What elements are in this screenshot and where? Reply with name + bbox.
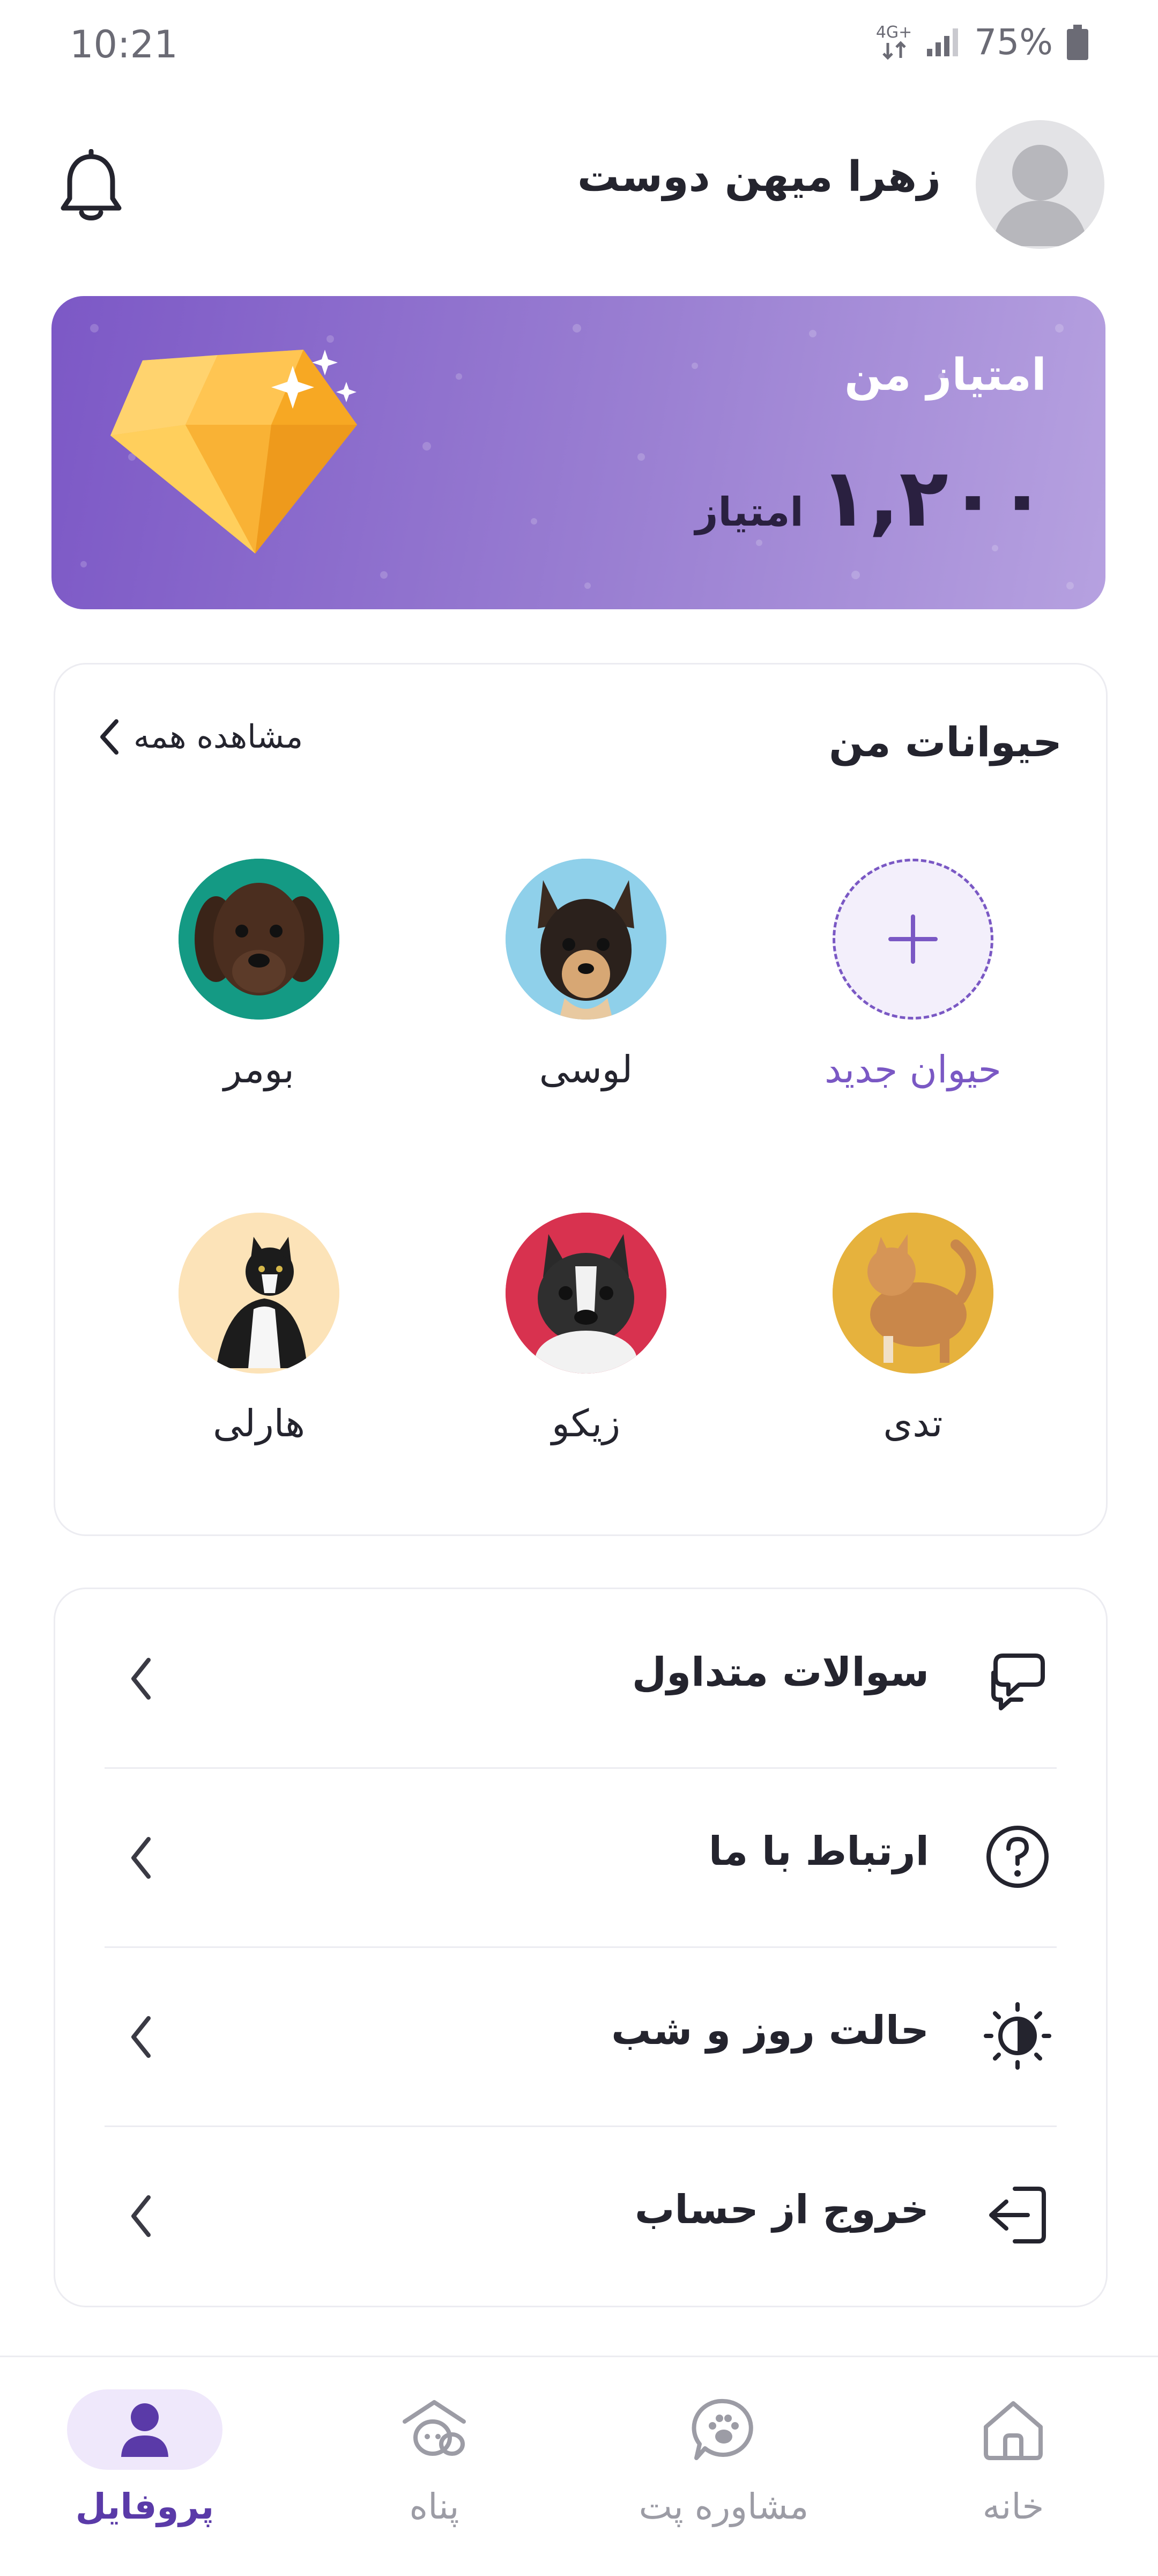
- nav-icon-wrap: [357, 2389, 512, 2470]
- plus-icon: [888, 914, 938, 964]
- pet-item-boomer[interactable]: بومر: [146, 859, 372, 1091]
- nav-label: پناه: [409, 2486, 459, 2527]
- pet-photo: [179, 1213, 339, 1374]
- shelter-icon: [403, 2400, 466, 2456]
- add-pet-circle: [833, 859, 993, 1020]
- battery-icon: [1067, 24, 1088, 60]
- points-unit: امتیاز: [695, 489, 804, 535]
- pet-name: زیکو: [551, 1401, 621, 1445]
- chevron-left-icon: [131, 1837, 151, 1879]
- user-name: زهرا میهن دوست: [577, 153, 941, 201]
- menu-card: سوالات متداول ارتباط با ما حالت روز و شب: [54, 1588, 1108, 2307]
- menu-label: حالت روز و شب: [611, 2007, 929, 2054]
- add-pet-label: حیوان جدید: [825, 1047, 1001, 1091]
- bell-icon[interactable]: [59, 149, 123, 224]
- network-label: 4G+: [875, 23, 912, 42]
- chevron-left-icon: [100, 719, 118, 755]
- nav-item-pet-consult[interactable]: مشاوره پت: [579, 2389, 868, 2527]
- nav-icon-wrap: [936, 2389, 1091, 2470]
- pet-name: بومر: [224, 1047, 294, 1091]
- nav-icon-wrap: [646, 2389, 801, 2470]
- nav-item-profile[interactable]: پروفایل: [0, 2389, 290, 2527]
- points-value: ۱,۲۰۰: [819, 452, 1046, 545]
- chat-bubbles-icon: [991, 1654, 1045, 1710]
- pet-consult-icon: [692, 2398, 753, 2460]
- signal-icon: [927, 28, 959, 56]
- points-row: ۱,۲۰۰ امتیاز: [695, 452, 1046, 545]
- diamond-icon: [110, 350, 357, 553]
- nav-icon-wrap: [67, 2389, 222, 2470]
- question-circle-icon: [986, 1826, 1049, 1888]
- pet-name: هارلی: [213, 1401, 305, 1445]
- avatar[interactable]: [976, 120, 1104, 249]
- pet-name: لوسی: [539, 1047, 633, 1091]
- pet-photo: [506, 1213, 666, 1374]
- status-indicators: 4G+ 75%: [876, 21, 1088, 63]
- brightness-icon: [984, 2002, 1051, 2070]
- battery-percent: 75%: [974, 21, 1053, 63]
- pet-item-teddy[interactable]: تدی: [800, 1213, 1026, 1445]
- chevron-left-icon: [131, 2016, 151, 2058]
- menu-item-logout[interactable]: خروج از حساب: [55, 2127, 1106, 2306]
- menu-item-theme[interactable]: حالت روز و شب: [55, 1947, 1106, 2127]
- nav-label: خانه: [982, 2486, 1044, 2527]
- menu-item-contact[interactable]: ارتباط با ما: [55, 1768, 1106, 1947]
- pet-photo: [833, 1213, 993, 1374]
- see-all-label: مشاهده همه: [133, 718, 303, 756]
- pet-photo: [506, 859, 666, 1020]
- add-pet-button[interactable]: حیوان جدید: [800, 859, 1026, 1091]
- pet-item-ziko[interactable]: زیکو: [473, 1213, 699, 1445]
- logout-icon: [989, 2187, 1046, 2243]
- pets-title: حیوانات من: [829, 718, 1062, 766]
- points-card[interactable]: امتیاز من ۱,۲۰۰ امتیاز: [51, 296, 1105, 609]
- menu-label: ارتباط با ما: [708, 1828, 929, 1874]
- pet-item-harley[interactable]: هارلی: [146, 1213, 372, 1445]
- home-icon: [984, 2401, 1043, 2460]
- pet-item-lucy[interactable]: لوسی: [473, 859, 699, 1091]
- bottom-nav: پروفایل پناه مشاوره پت خانه: [0, 2356, 1158, 2576]
- chevron-left-icon: [131, 2195, 151, 2237]
- pets-card: حیوانات من مشاهده همه حیوان جدید لوسی بو…: [54, 663, 1108, 1536]
- pet-name: تدی: [883, 1401, 943, 1445]
- nav-label: مشاوره پت: [639, 2486, 809, 2527]
- network-icon: 4G+: [875, 23, 912, 60]
- points-title: امتیاز من: [844, 350, 1046, 401]
- menu-label: خروج از حساب: [635, 2187, 929, 2233]
- nav-label: پروفایل: [75, 2486, 214, 2527]
- menu-label: سوالات متداول: [632, 1649, 929, 1695]
- chevron-left-icon: [131, 1658, 151, 1700]
- status-time: 10:21: [70, 23, 178, 67]
- menu-item-faq[interactable]: سوالات متداول: [55, 1589, 1106, 1768]
- nav-item-shelter[interactable]: پناه: [290, 2389, 579, 2527]
- pet-photo: [179, 859, 339, 1020]
- nav-item-home[interactable]: خانه: [868, 2389, 1158, 2527]
- profile-icon: [121, 2403, 168, 2457]
- see-all-link[interactable]: مشاهده همه: [98, 718, 303, 756]
